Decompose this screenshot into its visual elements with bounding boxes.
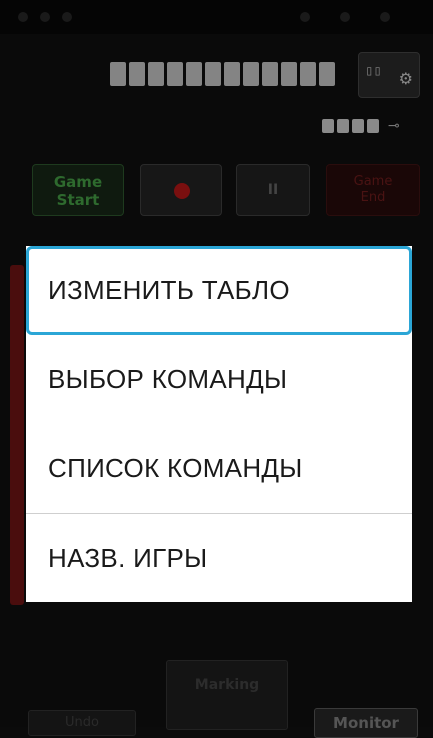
monitor-button[interactable]: Monitor: [314, 708, 418, 738]
status-icon: [62, 12, 72, 22]
marking-button[interactable]: Marking: [166, 660, 288, 730]
score-digit: [319, 62, 335, 86]
status-icon: [340, 12, 350, 22]
game-end-button[interactable]: Game End: [326, 164, 420, 216]
score-digit: [110, 62, 126, 86]
camera-app-screen: ▯▯ ⚙ ⊸ Game Start II Game End Marking Un…: [0, 0, 433, 738]
scoreboard-display: [110, 62, 350, 86]
status-icon: [300, 12, 310, 22]
battery-segment: [352, 119, 364, 133]
plug-icon: ⊸: [388, 118, 400, 134]
menu-item-change-scoreboard[interactable]: ИЗМЕНИТЬ ТАБЛО: [26, 246, 412, 335]
battery-segment: [322, 119, 334, 133]
menu-item-label: СПИСОК КОМАНДЫ: [48, 453, 303, 483]
status-icon: [40, 12, 50, 22]
score-digit: [205, 62, 221, 86]
status-bar: [0, 0, 433, 34]
score-digit: [167, 62, 183, 86]
record-button[interactable]: [140, 164, 222, 216]
number-icon: ▯▯: [365, 63, 382, 79]
status-icon: [18, 12, 28, 22]
score-side-bar: [10, 265, 24, 605]
score-digit: [129, 62, 145, 86]
pause-button[interactable]: II: [236, 164, 310, 216]
gear-icon: ⚙: [398, 69, 413, 88]
scoreboard-settings-button[interactable]: ▯▯ ⚙: [358, 52, 420, 98]
score-digit: [262, 62, 278, 86]
menu-item-team-list[interactable]: СПИСОК КОМАНДЫ: [26, 424, 412, 513]
score-digit: [186, 62, 202, 86]
score-digit: [224, 62, 240, 86]
game-start-button[interactable]: Game Start: [32, 164, 124, 216]
score-digit: [281, 62, 297, 86]
battery-segment: [337, 119, 349, 133]
scoreboard-row: ▯▯ ⚙: [0, 48, 433, 98]
menu-item-label: ИЗМЕНИТЬ ТАБЛО: [48, 275, 290, 305]
record-dot-icon: [174, 183, 190, 199]
scoreboard-menu: ИЗМЕНИТЬ ТАБЛО ВЫБОР КОМАНДЫ СПИСОК КОМА…: [26, 246, 412, 602]
menu-item-select-team[interactable]: ВЫБОР КОМАНДЫ: [26, 335, 412, 424]
menu-item-label: ВЫБОР КОМАНДЫ: [48, 364, 288, 394]
battery-segment: [367, 119, 379, 133]
menu-item-label: НАЗВ. ИГРЫ: [48, 542, 208, 573]
score-digit: [243, 62, 259, 86]
score-digit: [300, 62, 316, 86]
undo-button[interactable]: Undo: [28, 710, 136, 736]
score-digit: [148, 62, 164, 86]
battery-indicator: ⊸: [322, 116, 422, 136]
menu-item-game-name[interactable]: НАЗВ. ИГРЫ: [26, 513, 412, 602]
status-icon: [380, 12, 390, 22]
